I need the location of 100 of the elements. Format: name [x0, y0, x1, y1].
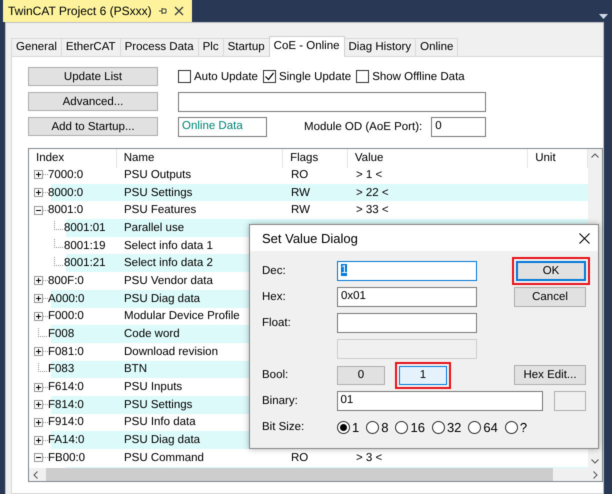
index-cell: F814:0	[48, 398, 84, 411]
close-icon[interactable]	[579, 232, 590, 244]
expand-icon[interactable]	[34, 347, 48, 356]
dialog-button[interactable]: Hex Edit...	[514, 365, 586, 385]
field-label: Bool:	[262, 369, 290, 381]
document-tab[interactable]: TwinCAT Project 6 (PSxxx)	[3, 0, 192, 22]
checkbox-label: Auto Update	[194, 70, 258, 82]
expand-icon[interactable]	[34, 294, 48, 304]
bool-button[interactable]: 0	[337, 366, 385, 384]
expand-icon[interactable]	[34, 418, 48, 427]
name-cell: Modular Device Profile	[124, 310, 240, 322]
hex-field[interactable]: 0x01	[337, 287, 477, 307]
checkbox-label: Show Offline Data	[372, 70, 465, 82]
radio-button[interactable]	[468, 420, 482, 434]
radio-label: 16	[410, 420, 425, 434]
module-od-label: Module OD (AoE Port):	[304, 120, 422, 132]
name-cell: PSU Diag data	[124, 292, 200, 305]
value-cell: > 33 <	[356, 204, 389, 216]
name-cell: PSU Settings	[124, 398, 192, 411]
radio-button[interactable]	[432, 420, 445, 434]
dec-field[interactable]: 1	[337, 261, 477, 281]
field-label: Hex:	[262, 291, 287, 303]
expand-icon[interactable]	[34, 276, 48, 286]
expand-icon[interactable]	[34, 382, 48, 392]
field-label: Dec:	[262, 265, 287, 277]
collapse-icon[interactable]	[34, 206, 48, 215]
tree-line-icon	[38, 328, 48, 337]
text-field[interactable]	[178, 92, 486, 112]
index-cell: 8001:19	[64, 240, 106, 252]
radio-button[interactable]	[395, 420, 408, 434]
name-cell: Download revision	[124, 346, 218, 358]
tab[interactable]: General	[11, 38, 62, 57]
radio-label: 64	[483, 420, 498, 434]
checkbox[interactable]	[178, 70, 191, 83]
name-cell: PSU Inputs	[124, 381, 182, 394]
name-cell: PSU Features	[124, 204, 196, 216]
index-cell: FB00:0	[48, 452, 86, 464]
radio-button[interactable]	[366, 420, 380, 434]
tree-line-icon	[54, 221, 64, 230]
index-cell: A000:0	[48, 292, 84, 305]
name-cell: PSU Vendor data	[124, 274, 213, 287]
name-cell: PSU Outputs	[124, 168, 192, 181]
add-to-startup-button[interactable]: Add to Startup...	[28, 117, 158, 136]
bool-button[interactable]: 1	[399, 366, 447, 384]
index-cell: F000:0	[48, 310, 84, 322]
close-icon[interactable]	[174, 6, 184, 16]
name-cell: Parallel use	[124, 222, 184, 234]
dialog-title: Set Value Dialog	[262, 230, 358, 246]
value-cell: > 3 <	[356, 452, 382, 464]
radio-button[interactable]	[337, 420, 350, 434]
index-cell: F614:0	[48, 381, 84, 394]
pin-icon[interactable]	[158, 6, 168, 16]
dialog-button[interactable]: OK	[516, 261, 586, 281]
index-cell: 8001:01	[64, 222, 106, 234]
module-od-field[interactable]: 0	[431, 116, 486, 136]
radio-label: ?	[520, 420, 528, 434]
checkbox[interactable]	[356, 70, 370, 83]
expand-icon[interactable]	[34, 312, 48, 321]
tab[interactable]: CoE - Online	[268, 36, 344, 57]
update-list-button[interactable]: Update List	[28, 67, 158, 86]
scroll-down-icon[interactable]	[591, 459, 599, 464]
advanced-button[interactable]: Advanced...	[28, 92, 158, 111]
column-header[interactable]: Index	[29, 149, 117, 168]
name-cell: PSU Diag data	[124, 434, 200, 446]
tree-line-icon	[54, 256, 64, 266]
column-header[interactable]: Name	[116, 149, 284, 168]
index-cell: 7000:0	[48, 168, 84, 181]
index-cell: F083	[48, 363, 74, 376]
checkbox[interactable]	[262, 70, 276, 83]
scroll-left-icon[interactable]	[33, 470, 38, 478]
checkbox-label: Single Update	[278, 70, 352, 82]
index-cell: 800F:0	[48, 274, 84, 287]
scroll-up-icon[interactable]	[591, 153, 599, 158]
dropdown-icon[interactable]	[599, 14, 608, 18]
field-label: Bit Size:	[262, 421, 306, 433]
expand-icon[interactable]	[34, 436, 48, 445]
expand-icon[interactable]	[34, 170, 48, 180]
expand-icon[interactable]	[34, 400, 48, 410]
tree-line-icon	[38, 362, 48, 372]
float-field[interactable]	[337, 313, 477, 333]
field-label: Binary:	[262, 395, 299, 407]
name-cell: BTN	[124, 363, 147, 376]
column-header[interactable]: Flags	[283, 149, 348, 168]
name-cell: PSU Settings	[124, 186, 192, 199]
tab[interactable]: Online	[415, 38, 458, 57]
flags-cell: RO	[291, 168, 308, 181]
collapse-icon[interactable]	[34, 453, 48, 462]
index-cell: 8000:0	[48, 186, 84, 199]
document-title: TwinCAT Project 6 (PSxxx)	[8, 4, 152, 18]
binary-field[interactable]: 01	[336, 391, 544, 411]
radio-button[interactable]	[504, 420, 518, 434]
column-header[interactable]: Value	[348, 149, 528, 168]
expand-icon[interactable]	[34, 188, 48, 198]
scroll-right-icon[interactable]	[593, 470, 598, 478]
dialog-button[interactable]: Cancel	[514, 287, 586, 307]
radio-label: 1	[352, 420, 360, 434]
name-cell: PSU Info data	[124, 416, 196, 428]
radio-label: 32	[446, 420, 462, 434]
field-label: Float:	[262, 317, 292, 329]
status-field: Online Data	[178, 116, 267, 136]
